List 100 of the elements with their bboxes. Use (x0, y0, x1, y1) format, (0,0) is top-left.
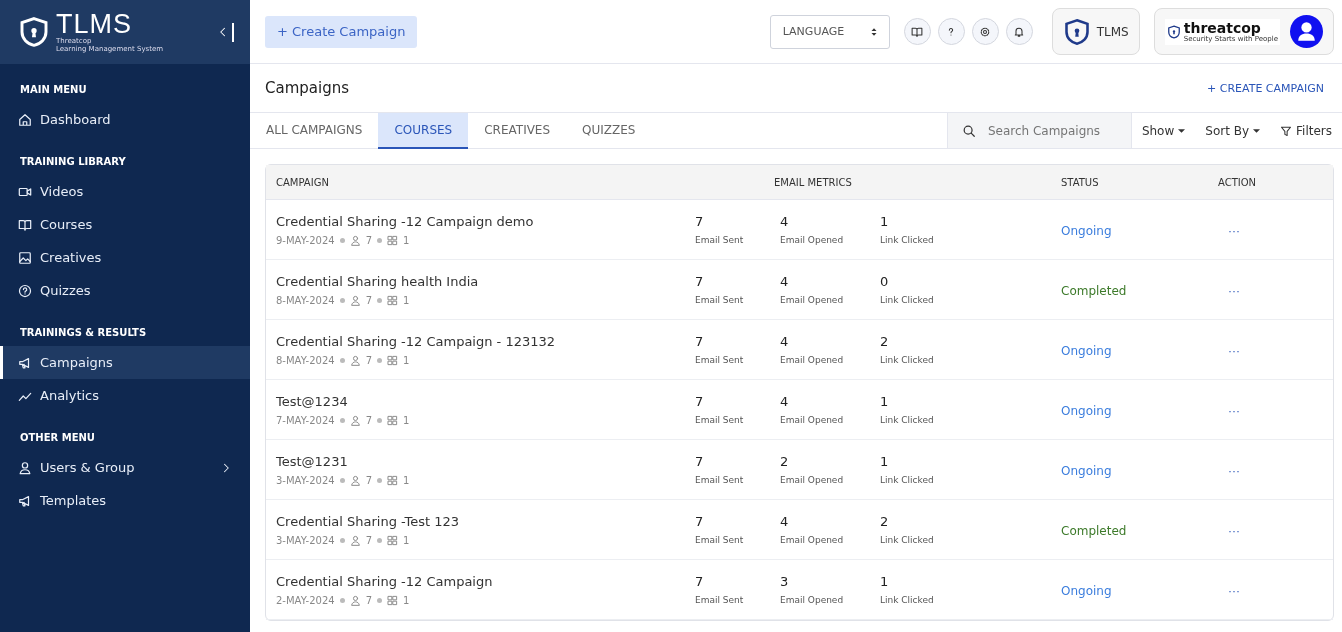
avatar-icon (1290, 15, 1323, 48)
section-heading: TRAINING LIBRARY (19, 156, 127, 169)
grid-icon (387, 294, 399, 306)
sidebar-item[interactable]: Creatives (0, 241, 250, 274)
campaign-date: 8-MAY-2024 (276, 294, 335, 306)
metric-value: 2 (780, 454, 790, 469)
metric-label: Email Opened (780, 595, 845, 605)
create-campaign-link[interactable]: + CREATE CAMPAIGN (1207, 81, 1324, 95)
tab[interactable]: COURSES (378, 113, 469, 149)
separator-dot (339, 477, 345, 483)
metric-label: Link Clicked (880, 595, 935, 605)
more-actions-button[interactable]: ··· (1228, 524, 1240, 538)
image-icon (18, 250, 32, 265)
more-actions-button[interactable]: ··· (1228, 224, 1240, 238)
sidebar-item[interactable]: Analytics (0, 379, 250, 412)
campaign-date: 9-MAY-2024 (276, 234, 335, 246)
separator-dot (377, 357, 383, 363)
separator-dot (339, 237, 345, 243)
sidebar-item[interactable]: Dashboard (0, 103, 250, 136)
more-actions-button[interactable]: ··· (1228, 464, 1240, 478)
metric-value: 2 (880, 334, 890, 349)
tab[interactable]: CREATIVES (468, 113, 567, 149)
home-icon (18, 112, 32, 127)
metric-value: 7 (695, 394, 705, 409)
metric-label: Email Opened (780, 415, 845, 425)
status-text: Ongoing (1061, 584, 1112, 598)
caret-icon (1253, 128, 1260, 133)
book-icon (911, 25, 924, 38)
sort-dropdown[interactable]: Sort By (1195, 113, 1270, 148)
settings-button[interactable] (971, 18, 999, 45)
metric-value: 4 (780, 214, 790, 229)
column-header: STATUS (1061, 176, 1100, 188)
separator-dot (377, 477, 383, 483)
metric-label: Email Opened (780, 295, 845, 305)
metric-value: 4 (780, 274, 790, 289)
tab[interactable]: ALL CAMPAIGNS (250, 113, 379, 149)
user-icon (349, 354, 361, 366)
search-icon (961, 123, 976, 138)
show-dropdown[interactable]: Show (1131, 113, 1196, 148)
user-icon (349, 414, 361, 426)
metric-label: Link Clicked (880, 535, 935, 545)
more-actions-button[interactable]: ··· (1228, 284, 1240, 298)
create-campaign-button[interactable]: + Create Campaign (265, 15, 418, 48)
tab[interactable]: QUIZZES (566, 113, 652, 149)
more-actions-button[interactable]: ··· (1228, 404, 1240, 418)
page-title: Campaigns (265, 79, 349, 97)
group-count: 1 (403, 354, 410, 366)
separator-dot (339, 597, 345, 603)
campaign-name: Credential Sharing -12 Campaign (276, 573, 494, 589)
campaign-date: 3-MAY-2024 (276, 534, 335, 546)
status-text: Ongoing (1061, 224, 1112, 238)
user-icon (18, 460, 32, 475)
separator-dot (377, 537, 383, 543)
metric-value: 7 (695, 514, 705, 529)
user-icon (349, 534, 361, 546)
separator-dot (377, 297, 383, 303)
separator-dot (377, 417, 383, 423)
user-count: 7 (365, 414, 373, 426)
user-count: 7 (365, 594, 373, 606)
search-input[interactable]: Search Campaigns (985, 122, 1116, 139)
metric-label: Link Clicked (880, 235, 935, 245)
book-button[interactable] (903, 18, 931, 45)
search-field[interactable]: Search Campaigns (946, 113, 1132, 148)
user-count: 7 (365, 354, 373, 366)
group-count: 1 (403, 414, 410, 426)
metric-value: 3 (780, 574, 790, 589)
sidebar-item[interactable]: Users & Group (0, 451, 250, 484)
brand-name: threatcop (1183, 20, 1262, 35)
metric-label: Email Sent (695, 295, 745, 305)
metric-label: Link Clicked (880, 295, 935, 305)
campaign-date: 7-MAY-2024 (276, 414, 335, 426)
language-select[interactable]: LANGUAGE (769, 14, 890, 49)
metric-value: 1 (880, 394, 890, 409)
group-count: 1 (403, 594, 410, 606)
separator-dot (339, 357, 345, 363)
section-heading: TRAININGS & RESULTS (19, 327, 148, 340)
metric-value: 2 (880, 514, 890, 529)
sidebar-item[interactable]: Campaigns (0, 346, 250, 379)
sidebar-item[interactable]: Courses (0, 208, 250, 241)
status-text: Ongoing (1061, 344, 1112, 358)
sidebar-item[interactable]: Templates (0, 484, 250, 517)
metric-label: Email Opened (780, 235, 845, 245)
more-actions-button[interactable]: ··· (1228, 344, 1240, 358)
user-count: 7 (365, 234, 373, 246)
sidebar-item[interactable]: Quizzes (0, 274, 250, 307)
separator-dot (339, 537, 345, 543)
campaign-name: Test@1231 (276, 453, 349, 469)
sidebar-item[interactable]: Videos (0, 175, 250, 208)
section-heading: MAIN MENU (19, 84, 88, 97)
more-actions-button[interactable]: ··· (1228, 584, 1240, 598)
grid-icon (387, 474, 399, 486)
metric-label: Link Clicked (880, 415, 935, 425)
grid-icon (387, 234, 399, 246)
metric-value: 7 (695, 214, 705, 229)
metric-value: 1 (880, 574, 890, 589)
filters-button[interactable]: Filters (1270, 113, 1342, 148)
bell-button[interactable] (1005, 18, 1033, 45)
section-heading: OTHER MENU (19, 432, 96, 445)
metric-value: 0 (880, 274, 890, 289)
separator-dot (339, 297, 345, 303)
